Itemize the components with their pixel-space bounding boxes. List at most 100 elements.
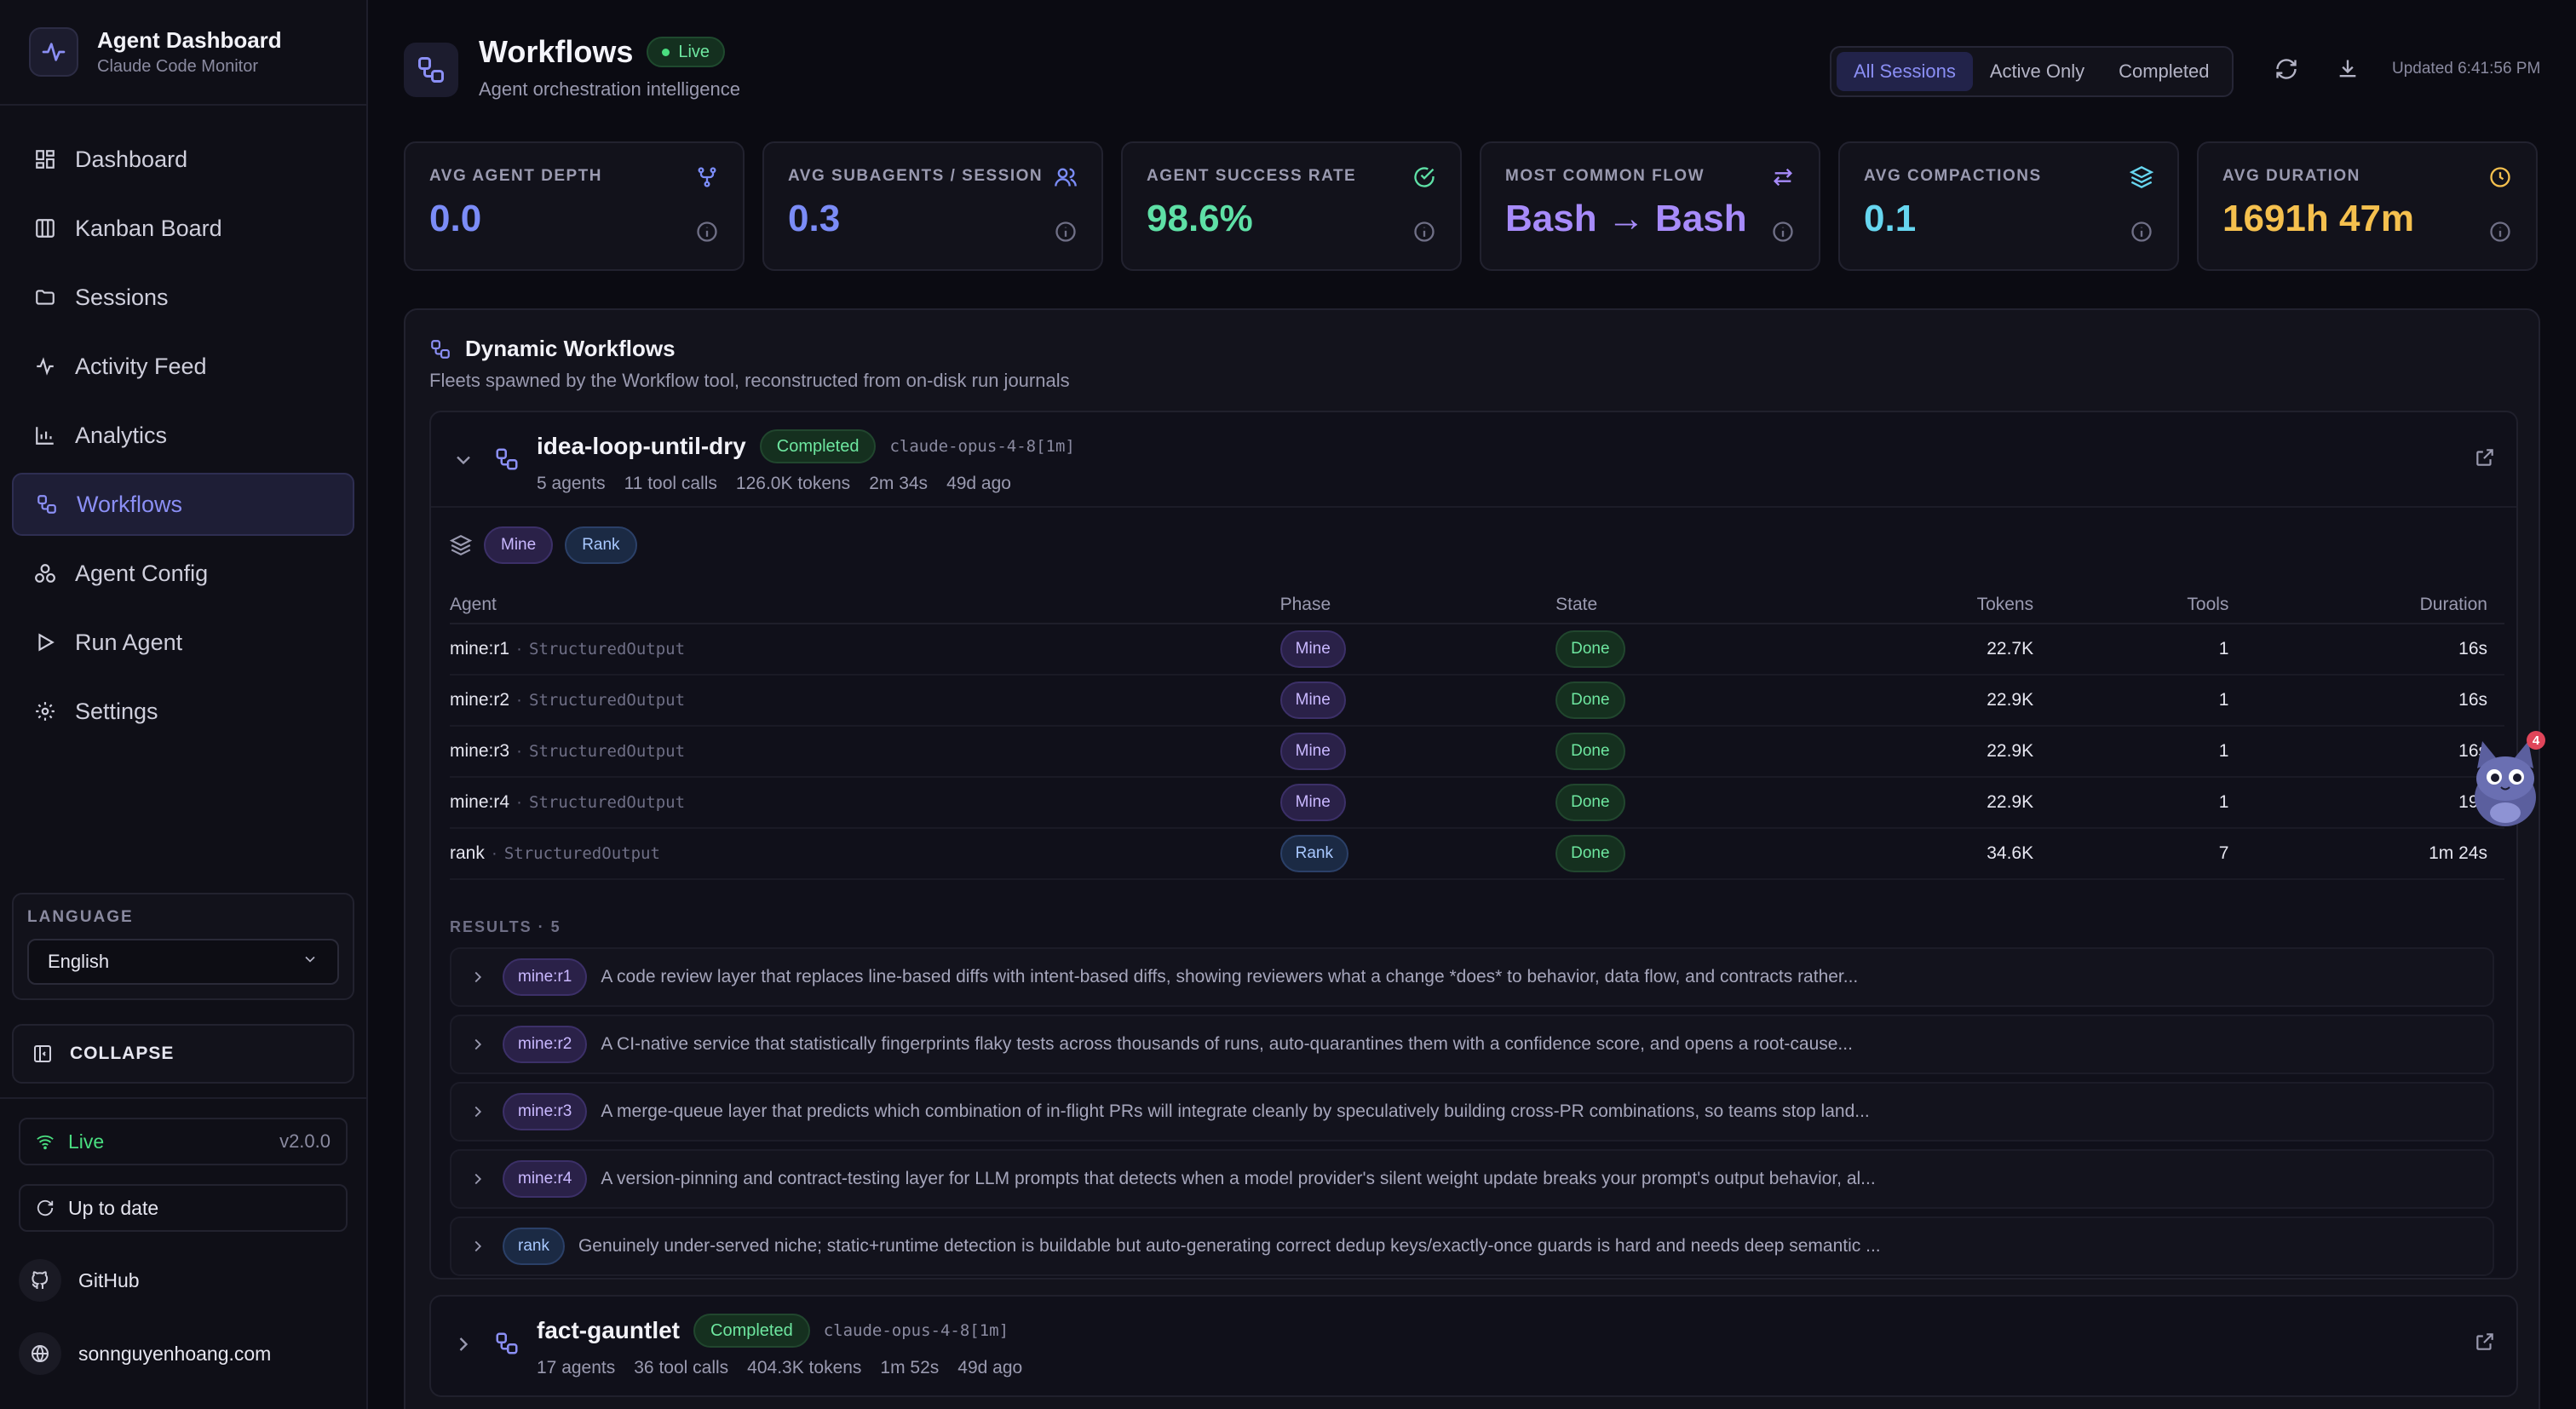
agent-name: rank — [450, 843, 485, 863]
chevron-right-icon — [469, 1170, 487, 1188]
stat-value: 98.6% — [1147, 198, 1253, 239]
table-header-row: Agent Phase State Tokens Tools Duration — [450, 586, 2504, 624]
phase-badge: Mine — [1279, 733, 1346, 770]
refresh-icon — [2274, 57, 2298, 87]
stat-value: 0.3 — [788, 198, 841, 239]
external-link-icon[interactable] — [2474, 446, 2496, 469]
website-link[interactable]: sonnguyenhoang.com — [19, 1332, 271, 1375]
filter-all-sessions[interactable]: All Sessions — [1837, 52, 1973, 91]
sidebar-item-label: Kanban Board — [75, 215, 222, 241]
folder-icon — [31, 283, 60, 312]
results-label: RESULTS · 5 — [450, 918, 561, 935]
sidebar-item-dashboard[interactable]: Dashboard — [12, 128, 354, 191]
info-icon[interactable] — [1771, 220, 1795, 244]
filter-completed[interactable]: Completed — [2102, 52, 2226, 91]
sidebar-item-activity-feed[interactable]: Activity Feed — [12, 335, 354, 398]
sidebar-item-sessions[interactable]: Sessions — [12, 266, 354, 329]
stat-card-success-rate: AGENT SUCCESS RATE 98.6% — [1121, 141, 1462, 271]
result-agent-badge: mine:r3 — [503, 1093, 588, 1130]
phase-list: Mine Rank — [450, 526, 649, 564]
stat-label: AVG SUBAGENTS / SESSION — [788, 167, 1044, 185]
tokens-cell: 22.7K — [1869, 624, 2034, 676]
result-item[interactable]: rank Genuinely under-served niche; stati… — [450, 1216, 2494, 1276]
column-header: Agent — [450, 586, 1280, 624]
result-item[interactable]: mine:r1 A code review layer that replace… — [450, 947, 2494, 1007]
phase-chip-rank[interactable]: Rank — [565, 526, 637, 564]
info-icon[interactable] — [1412, 220, 1436, 244]
duration-cell: 19s — [2228, 777, 2504, 829]
phase-badge: Mine — [1279, 681, 1346, 719]
agent-tool: StructuredOutput — [503, 844, 660, 863]
sidebar-item-analytics[interactable]: Analytics — [12, 404, 354, 467]
workflow-header[interactable]: fact-gauntlet Completed claude-opus-4-8[… — [431, 1297, 2516, 1392]
agent-name: mine:r2 — [450, 690, 510, 710]
panel-subtitle: Fleets spawned by the Workflow tool, rec… — [429, 370, 1070, 391]
info-icon[interactable] — [695, 220, 719, 244]
sidebar-item-settings[interactable]: Settings — [12, 680, 354, 743]
tools-cell: 1 — [2033, 624, 2229, 676]
table-row[interactable]: rank · StructuredOutput Rank Done 34.6K 7 … — [450, 828, 2504, 880]
stat-value: 1691h 47m — [2222, 198, 2415, 239]
results-list: mine:r1 A code review layer that replace… — [450, 947, 2494, 1284]
stat-card-duration: AVG DURATION 1691h 47m — [2197, 141, 2538, 271]
collapse-button[interactable]: COLLAPSE — [12, 1024, 354, 1084]
info-icon[interactable] — [2130, 220, 2153, 244]
stat-card-subagents: AVG SUBAGENTS / SESSION 0.3 — [762, 141, 1103, 271]
result-item[interactable]: mine:r4 A version-pinning and contract-t… — [450, 1149, 2494, 1209]
filter-active-only[interactable]: Active Only — [1973, 52, 2102, 91]
agent-name: mine:r3 — [450, 741, 510, 761]
sidebar-item-kanban[interactable]: Kanban Board — [12, 197, 354, 260]
sidebar-item-agent-config[interactable]: Agent Config — [12, 542, 354, 605]
result-text: A merge-queue layer that predicts which … — [601, 1101, 1870, 1121]
github-link[interactable]: GitHub — [19, 1259, 140, 1302]
info-icon[interactable] — [1054, 220, 1078, 244]
pulse-logo-icon — [29, 27, 78, 77]
result-text: Genuinely under-served niche; static+run… — [578, 1236, 1881, 1256]
connection-status: Live v2.0.0 — [19, 1118, 348, 1165]
stat-label: AVG COMPACTIONS — [1864, 167, 2042, 185]
language-section: LANGUAGE English — [12, 893, 354, 1000]
bar-chart-icon — [31, 421, 60, 450]
workflow-icon — [429, 338, 451, 360]
main-content: Workflows Live Agent orchestration intel… — [368, 0, 2576, 1409]
chevron-right-icon — [469, 968, 487, 986]
table-row[interactable]: mine:r2 · StructuredOutput Mine Done 22.9K… — [450, 675, 2504, 727]
session-filter: All Sessions Active Only Completed — [1830, 46, 2234, 97]
language-select[interactable]: English — [27, 939, 339, 985]
state-badge: Done — [1555, 681, 1625, 719]
update-status-button[interactable]: Up to date — [19, 1184, 348, 1232]
state-badge: Done — [1555, 733, 1625, 770]
token-count: 126.0K tokens — [735, 474, 851, 493]
sidebar-item-label: Analytics — [75, 422, 168, 448]
download-button[interactable] — [2329, 53, 2366, 90]
agent-tool: StructuredOutput — [529, 691, 686, 710]
stat-value: 0.0 — [429, 198, 482, 239]
chevron-down-icon — [302, 951, 319, 973]
refresh-button[interactable] — [2268, 53, 2305, 90]
collapse-label: COLLAPSE — [70, 1044, 175, 1063]
sidebar-item-run-agent[interactable]: Run Agent — [12, 611, 354, 674]
external-link-icon[interactable] — [2474, 1331, 2496, 1353]
agent-config-icon — [31, 559, 60, 588]
table-row[interactable]: mine:r4 · StructuredOutput Mine Done 22.9K… — [450, 777, 2504, 829]
workflow-header[interactable]: idea-loop-until-dry Completed claude-opu… — [431, 412, 2516, 508]
sidebar-item-label: Dashboard — [75, 146, 188, 172]
result-item[interactable]: mine:r3 A merge-queue layer that predict… — [450, 1082, 2494, 1142]
chevron-down-icon[interactable] — [451, 448, 475, 472]
info-icon[interactable] — [2488, 220, 2512, 244]
result-item[interactable]: mine:r2 A CI-native service that statist… — [450, 1015, 2494, 1074]
git-fork-icon — [695, 165, 719, 189]
age: 49d ago — [957, 1358, 1023, 1377]
table-row[interactable]: mine:r1 · StructuredOutput Mine Done 22.7K… — [450, 624, 2504, 676]
tokens-cell: 22.9K — [1869, 726, 2034, 778]
chevron-right-icon[interactable] — [451, 1332, 475, 1356]
sidebar-item-workflows[interactable]: Workflows — [12, 473, 354, 536]
notification-badge: 4 — [2527, 731, 2545, 750]
column-header: Phase — [1279, 586, 1556, 624]
cat-mascot-widget[interactable]: 4 — [2465, 731, 2545, 831]
table-row[interactable]: mine:r3 · StructuredOutput Mine Done 22.9K… — [450, 726, 2504, 778]
phase-chip-mine[interactable]: Mine — [484, 526, 554, 564]
check-circle-icon — [1412, 165, 1436, 189]
workflow-icon — [494, 1331, 520, 1356]
duration: 2m 34s — [869, 474, 929, 493]
